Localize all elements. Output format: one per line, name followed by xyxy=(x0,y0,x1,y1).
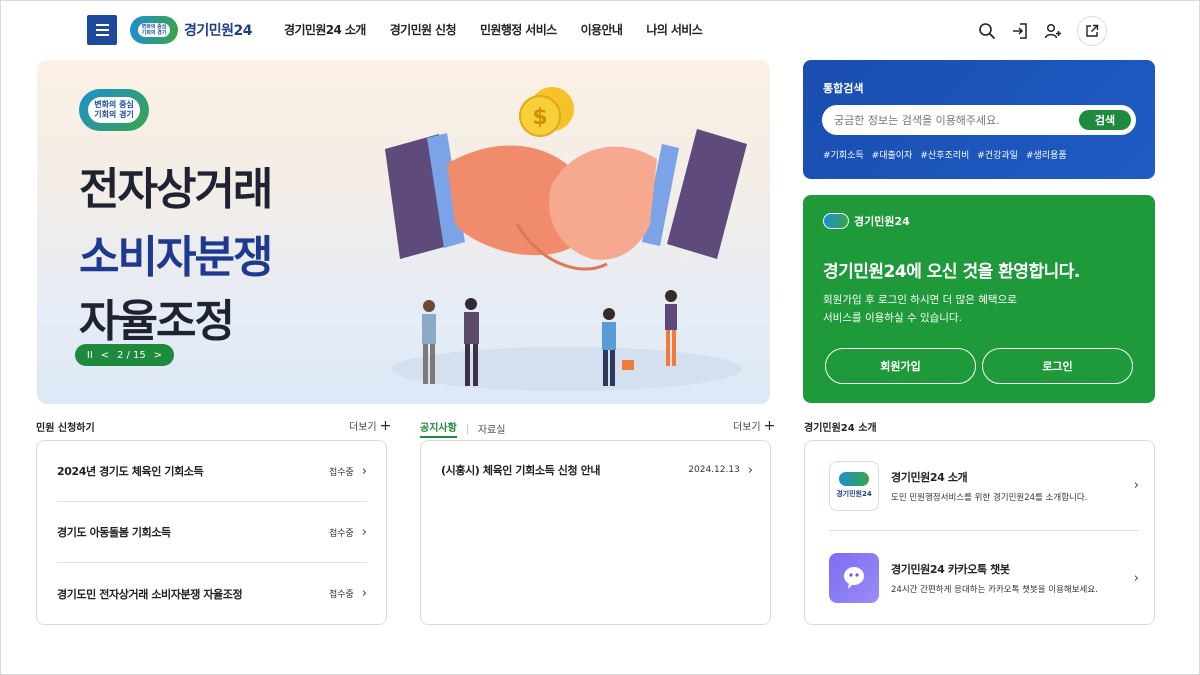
user-add-icon[interactable] xyxy=(1042,20,1064,42)
signup-button[interactable]: 회원가입 xyxy=(825,348,976,384)
intro-card: 경기민원24 경기민원24 소개 도민 민원행정서비스를 위한 경기민원24를 … xyxy=(804,440,1155,625)
list-item[interactable]: 경기민원24 카카오톡 챗봇 24시간 간편하게 응대하는 카카오톡 챗봇을 이… xyxy=(829,533,1139,623)
notice-tabs: 공지사항 자료실 xyxy=(420,419,505,438)
banner-pager: II < 2 / 15 > xyxy=(75,344,174,366)
apply-more-link[interactable]: 더보기 + xyxy=(349,417,392,434)
apply-section-title: 민원 신청하기 xyxy=(36,423,95,434)
welcome-description: 회원가입 후 로그인 하시면 더 많은 혜택으로 서비스를 이용하실 수 있습니… xyxy=(823,294,1017,324)
notice-more-link[interactable]: 더보기 + xyxy=(733,417,776,434)
chevron-right-icon: › xyxy=(361,586,367,601)
banner-badge: 변화의 중심 기회의 경기 xyxy=(79,89,149,131)
main-nav: 경기민원24 소개 경기민원 신청 민원행정 서비스 이용안내 나의 서비스 xyxy=(284,21,703,38)
utility-menu xyxy=(976,16,1107,46)
menu-button[interactable] xyxy=(87,15,117,45)
banner-headline-2: 소비자분쟁 xyxy=(79,232,273,283)
external-link-icon[interactable] xyxy=(1077,16,1107,46)
notice-card: (시흥시) 체육인 기회소득 신청 안내 2024.12.13 › xyxy=(420,440,771,625)
search-title: 통합검색 xyxy=(823,82,864,95)
more-label: 더보기 xyxy=(733,422,761,433)
apply-card: 2024년 경기도 체육인 기회소득 접수중 › 경기도 아동돌봄 기회소득 접수… xyxy=(36,440,387,625)
notice-title: (시흥시) 체육인 기회소득 신청 안내 xyxy=(441,464,601,477)
logo-badge: 변화의 중심 기회의 경기 xyxy=(130,16,178,44)
chatbot-icon xyxy=(829,553,879,603)
nav-item-apply[interactable]: 경기민원 신청 xyxy=(390,21,457,38)
prev-icon[interactable]: < xyxy=(101,350,109,361)
page-indicator: 2 / 15 xyxy=(116,349,146,361)
list-item[interactable]: (시흥시) 체육인 기회소득 신청 안내 2024.12.13 › xyxy=(441,462,753,478)
search-tag[interactable]: #대출이자 xyxy=(872,148,913,161)
status-badge: 접수중 xyxy=(328,528,354,539)
status-badge: 접수중 xyxy=(328,590,354,600)
chevron-right-icon: › xyxy=(361,524,367,540)
chevron-right-icon: › xyxy=(747,462,753,478)
banner-badge-text: 변화의 중심 기회의 경기 xyxy=(88,97,140,123)
list-item[interactable]: 경기도 아동돌봄 기회소득 접수중 › xyxy=(57,502,367,563)
banner-headline-3: 자율조정 xyxy=(79,296,235,347)
search-box: 검색 xyxy=(822,105,1136,135)
search-input[interactable] xyxy=(834,105,1074,135)
nav-item-admin-service[interactable]: 민원행정 서비스 xyxy=(480,21,557,38)
chevron-right-icon: › xyxy=(1133,570,1139,586)
plus-icon: + xyxy=(379,417,392,434)
more-label: 더보기 xyxy=(349,422,377,433)
chevron-right-icon: › xyxy=(1133,478,1139,493)
search-tag[interactable]: #생리용품 xyxy=(1026,148,1067,161)
banner-headline-1: 전자상거래 xyxy=(79,164,273,215)
search-tag[interactable]: #기회소득 xyxy=(823,148,864,161)
apply-item-name: 경기도 아동돌봄 기회소득 xyxy=(57,526,171,539)
search-button[interactable]: 검색 xyxy=(1079,110,1131,130)
site-logo[interactable]: 변화의 중심 기회의 경기 경기민원24 xyxy=(130,16,253,44)
integrated-search-panel: 통합검색 검색 #기회소득 #대출이자 #산후조리비 #건강과일 #생리용품 xyxy=(803,60,1155,179)
search-tag[interactable]: #건강과일 xyxy=(977,148,1018,161)
app-logo-icon: 경기민원24 xyxy=(829,460,879,511)
nav-item-intro[interactable]: 경기민원24 소개 xyxy=(284,21,366,38)
status-badge: 접수중 xyxy=(328,467,354,478)
list-item[interactable]: 2024년 경기도 체육인 기회소득 접수중 › xyxy=(57,441,367,502)
notice-date: 2024.12.13 xyxy=(688,465,740,475)
apply-item-name: 2024년 경기도 체육인 기회소득 xyxy=(57,465,204,478)
app-logo-text: 경기민원24 xyxy=(836,490,872,498)
intro-item-desc: 도민 민원행정서비스를 위한 경기민원24를 소개합니다. xyxy=(891,492,1088,503)
intro-item-desc: 24시간 간편하게 응대하는 카카오톡 챗봇을 이용해보세요. xyxy=(891,585,1098,595)
intro-item-title: 경기민원24 카카오톡 챗봇 xyxy=(891,563,1010,576)
nav-item-my-service[interactable]: 나의 서비스 xyxy=(646,21,702,38)
site-header: 변화의 중심 기회의 경기 경기민원24 경기민원24 소개 경기민원 신청 민… xyxy=(0,0,1200,60)
handshake-illustration: $ xyxy=(385,87,747,391)
hamburger-icon xyxy=(95,24,109,26)
tab-divider xyxy=(466,423,468,434)
intro-item-title: 경기민원24 소개 xyxy=(891,470,968,484)
intro-section-title: 경기민원24 소개 xyxy=(804,423,877,434)
search-icon[interactable] xyxy=(976,20,998,42)
nav-item-guide[interactable]: 이용안내 xyxy=(581,21,623,38)
welcome-brand-text: 경기민원24 xyxy=(854,215,910,228)
search-tags: #기회소득 #대출이자 #산후조리비 #건강과일 #생리용품 xyxy=(823,148,1067,161)
brand-badge-icon xyxy=(823,213,849,229)
welcome-brand: 경기민원24 xyxy=(823,213,910,229)
list-item[interactable]: 경기도민 전자상거래 소비자분쟁 자율조정 접수중 › xyxy=(57,563,367,624)
login-icon[interactable] xyxy=(1009,20,1031,42)
welcome-panel: 경기민원24 경기민원24에 오신 것을 환영합니다. 회원가입 후 로그인 하… xyxy=(803,195,1155,403)
chevron-right-icon: › xyxy=(361,463,367,479)
logo-badge-text: 변화의 중심 기회의 경기 xyxy=(137,23,171,37)
plus-icon: + xyxy=(763,417,776,434)
logo-text: 경기민원24 xyxy=(184,23,253,39)
next-icon[interactable]: > xyxy=(154,350,162,361)
svg-text:$: $ xyxy=(532,105,547,130)
list-item[interactable]: 경기민원24 경기민원24 소개 도민 민원행정서비스를 위한 경기민원24를 … xyxy=(829,441,1139,531)
apply-item-name: 경기도민 전자상거래 소비자분쟁 자율조정 xyxy=(57,587,243,601)
welcome-title: 경기민원24에 오신 것을 환영합니다. xyxy=(823,262,1080,282)
tab-archive[interactable]: 자료실 xyxy=(478,421,506,436)
tab-notice[interactable]: 공지사항 xyxy=(420,419,457,438)
main-banner[interactable]: 변화의 중심 기회의 경기 전자상거래 소비자분쟁 자율조정 II < 2 / … xyxy=(37,60,770,404)
search-tag[interactable]: #산후조리비 xyxy=(920,148,969,161)
pause-icon[interactable]: II xyxy=(87,350,93,361)
login-button[interactable]: 로그인 xyxy=(982,348,1133,384)
